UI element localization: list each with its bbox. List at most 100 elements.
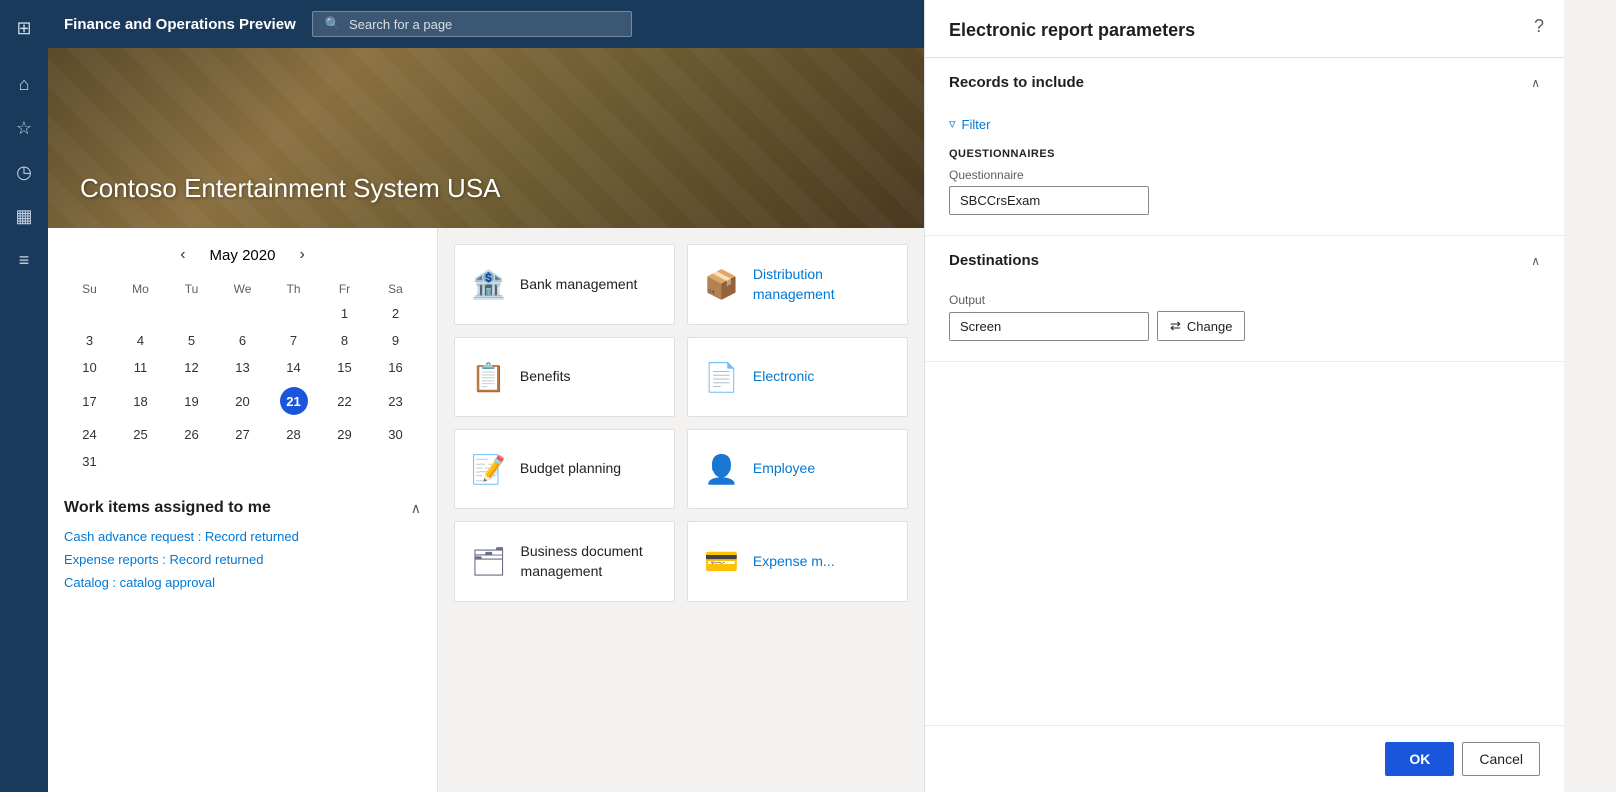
calendar-day[interactable]: 9 [370, 327, 421, 354]
calendar-day[interactable]: 15 [319, 354, 370, 381]
tile-electronic[interactable]: 📄 Electronic [687, 337, 908, 417]
calendar-day[interactable]: 12 [166, 354, 217, 381]
tile-distribution-management[interactable]: 📦 Distribution management [687, 244, 908, 325]
calendar-day[interactable]: 24 [64, 421, 115, 448]
work-item-link[interactable]: Expense reports : Record returned [64, 552, 421, 567]
cal-header-th: Th [268, 278, 319, 300]
electronic-label: Electronic [753, 367, 814, 387]
output-label: Output [949, 293, 1540, 307]
cal-header-tu: Tu [166, 278, 217, 300]
app-title: Finance and Operations Preview [64, 16, 296, 33]
bank-management-label: Bank management [520, 275, 638, 295]
destinations-section-chevron: ∧ [1531, 254, 1540, 268]
calendar-day [217, 300, 268, 327]
grid-icon[interactable]: ⊞ [4, 8, 44, 48]
calendar-day [319, 448, 370, 475]
calendar-day[interactable]: 23 [370, 381, 421, 421]
change-button[interactable]: ⇄ Change [1157, 311, 1245, 341]
today-highlight: 21 [280, 387, 308, 415]
sidebar: ⊞ ⌂ ☆ ◷ ▦ ≡ [0, 0, 48, 792]
calendar-day[interactable]: 19 [166, 381, 217, 421]
search-placeholder: Search for a page [349, 17, 452, 32]
ok-button[interactable]: OK [1385, 742, 1454, 776]
output-input[interactable] [949, 312, 1149, 341]
calendar-day[interactable]: 13 [217, 354, 268, 381]
records-section-body: ▿ Filter QUESTIONNAIRES Questionnaire [925, 107, 1564, 235]
calendar-day[interactable]: 8 [319, 327, 370, 354]
list-icon[interactable]: ≡ [4, 240, 44, 280]
home-icon[interactable]: ⌂ [4, 64, 44, 104]
calendar-day[interactable]: 16 [370, 354, 421, 381]
calendar-day[interactable]: 29 [319, 421, 370, 448]
cancel-button[interactable]: Cancel [1462, 742, 1540, 776]
work-item-link[interactable]: Catalog : catalog approval [64, 575, 421, 590]
calendar-next-button[interactable]: › [291, 244, 312, 266]
calendar-day[interactable]: 26 [166, 421, 217, 448]
records-section-header[interactable]: Records to include ∧ [925, 58, 1564, 107]
calendar-day[interactable]: 3 [64, 327, 115, 354]
right-panel-body: Records to include ∧ ▿ Filter QUESTIONNA… [925, 58, 1564, 725]
work-items-collapse-button[interactable]: ∧ [411, 500, 421, 517]
filter-link[interactable]: ▿ Filter [949, 116, 990, 132]
calendar-month-year: May 2020 [210, 247, 276, 264]
cal-header-mo: Mo [115, 278, 166, 300]
calendar-day[interactable]: 21 [268, 381, 319, 421]
calendar-day[interactable]: 17 [64, 381, 115, 421]
calendar-day[interactable]: 6 [217, 327, 268, 354]
calendar-day[interactable]: 28 [268, 421, 319, 448]
filter-icon: ▿ [949, 116, 956, 132]
tile-business-document[interactable]: 🗂 Business document management [454, 521, 675, 602]
filter-label: Filter [962, 117, 991, 132]
cal-header-sa: Sa [370, 278, 421, 300]
cal-header-su: Su [64, 278, 115, 300]
calendar-day[interactable]: 25 [115, 421, 166, 448]
calendar: ‹ May 2020 › Su Mo Tu We Th Fr [64, 244, 421, 475]
calendar-day [268, 448, 319, 475]
topbar: Finance and Operations Preview 🔍 Search … [48, 0, 924, 48]
destinations-section-body: Output ⇄ Change [925, 285, 1564, 361]
calendar-day[interactable]: 31 [64, 448, 115, 475]
calendar-day[interactable]: 14 [268, 354, 319, 381]
tile-employee[interactable]: 👤 Employee [687, 429, 908, 509]
calendar-day[interactable]: 2 [370, 300, 421, 327]
tile-bank-management[interactable]: 🏦 Bank management [454, 244, 675, 325]
expense-icon: 💳 [704, 545, 739, 578]
calendar-day[interactable]: 5 [166, 327, 217, 354]
calendar-day [166, 448, 217, 475]
calendar-day[interactable]: 27 [217, 421, 268, 448]
employee-icon: 👤 [704, 453, 739, 486]
calendar-day [64, 300, 115, 327]
calendar-day [115, 448, 166, 475]
calendar-day[interactable]: 4 [115, 327, 166, 354]
calendar-prev-button[interactable]: ‹ [172, 244, 193, 266]
tiles-grid: 🏦 Bank management 📦 Distribution managem… [454, 244, 908, 602]
records-to-include-section: Records to include ∧ ▿ Filter QUESTIONNA… [925, 58, 1564, 236]
clock-icon[interactable]: ◷ [4, 152, 44, 192]
calendar-day[interactable]: 7 [268, 327, 319, 354]
calendar-day [268, 300, 319, 327]
calendar-day[interactable]: 18 [115, 381, 166, 421]
calendar-day[interactable]: 30 [370, 421, 421, 448]
workspace-icon[interactable]: ▦ [4, 196, 44, 236]
calendar-day[interactable]: 10 [64, 354, 115, 381]
calendar-day[interactable]: 20 [217, 381, 268, 421]
content-area: ‹ May 2020 › Su Mo Tu We Th Fr [48, 228, 924, 792]
calendar-day[interactable]: 11 [115, 354, 166, 381]
search-box[interactable]: 🔍 Search for a page [312, 11, 632, 37]
budget-planning-label: Budget planning [520, 459, 621, 479]
star-icon[interactable]: ☆ [4, 108, 44, 148]
change-label: Change [1187, 319, 1233, 334]
tile-benefits[interactable]: 📋 Benefits [454, 337, 675, 417]
destinations-section-header[interactable]: Destinations ∧ [925, 236, 1564, 285]
help-icon[interactable]: ? [1534, 16, 1544, 37]
employee-label: Employee [753, 459, 815, 479]
hero-banner: Contoso Entertainment System USA [48, 48, 924, 228]
calendar-grid: Su Mo Tu We Th Fr Sa 1234567891011121314… [64, 278, 421, 475]
work-item-link[interactable]: Cash advance request : Record returned [64, 529, 421, 544]
calendar-day[interactable]: 1 [319, 300, 370, 327]
tile-expense[interactable]: 💳 Expense m... [687, 521, 908, 602]
calendar-day[interactable]: 22 [319, 381, 370, 421]
cal-header-we: We [217, 278, 268, 300]
questionnaire-input[interactable] [949, 186, 1149, 215]
tile-budget-planning[interactable]: 📝 Budget planning [454, 429, 675, 509]
